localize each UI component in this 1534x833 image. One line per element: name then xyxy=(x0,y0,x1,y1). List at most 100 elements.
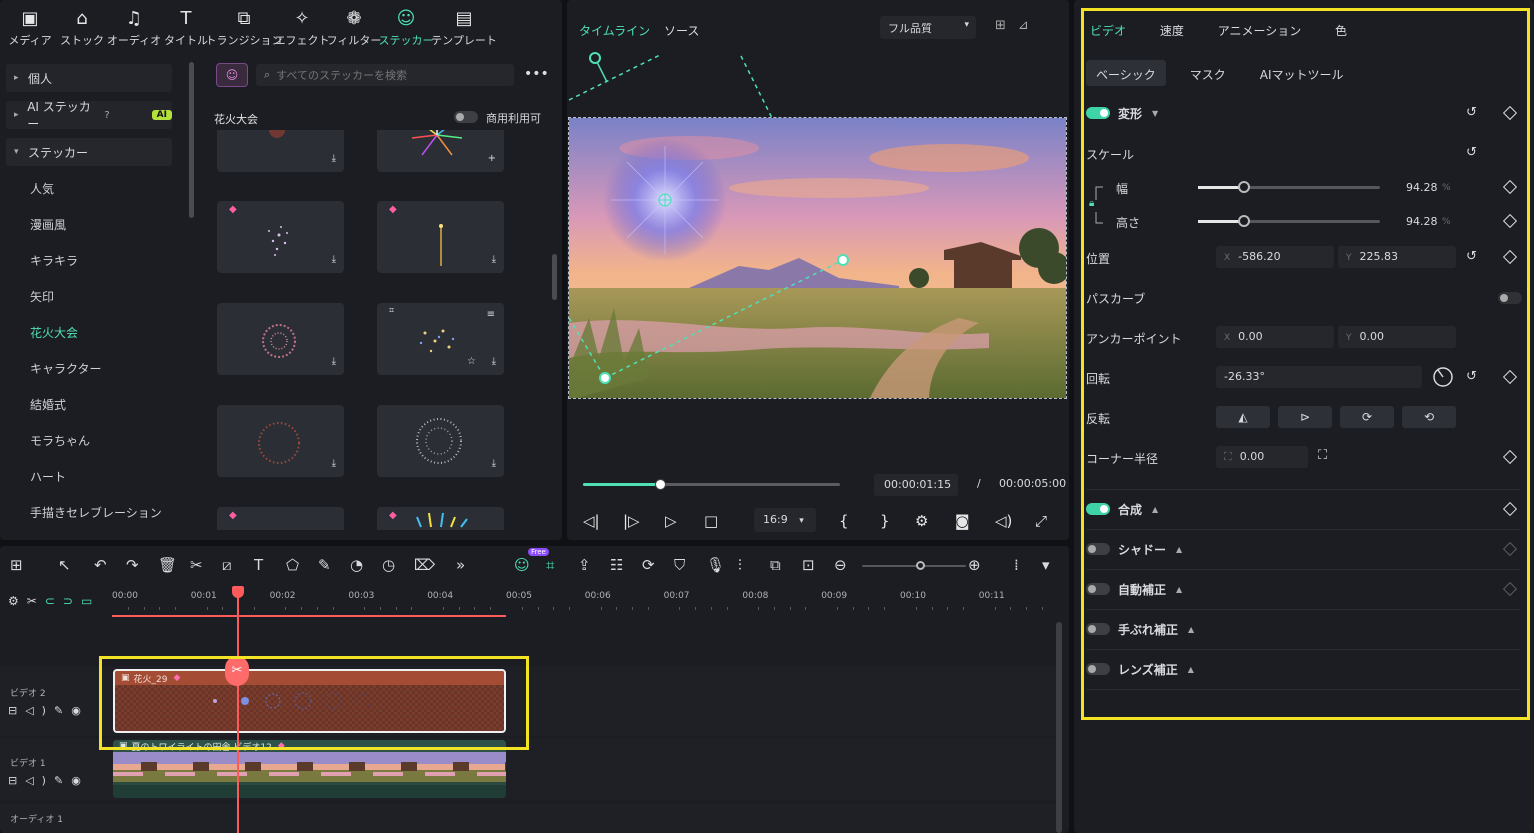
current-timecode[interactable]: 00:00:01:15 xyxy=(874,474,958,496)
lock-icon[interactable]: ⊟ xyxy=(8,704,25,717)
add-icon[interactable]: + xyxy=(488,153,496,164)
sticker-tile[interactable]: ⤓ xyxy=(377,405,504,477)
delete-icon[interactable]: 🗑︎ xyxy=(158,556,177,574)
width-slider[interactable] xyxy=(1198,181,1380,193)
nav-item[interactable]: モラちゃん xyxy=(30,432,90,449)
mixer-icon[interactable]: ⫶ xyxy=(738,556,742,574)
redo-icon[interactable]: ↷ xyxy=(126,556,139,574)
download-icon[interactable]: ⤓ xyxy=(332,153,336,164)
download-icon[interactable]: ⤓ xyxy=(492,458,496,469)
rotate-right-button[interactable]: ⟳ xyxy=(1340,406,1394,428)
section-header[interactable]: 手ぶれ補正 ▲ xyxy=(1086,622,1194,637)
nav-item[interactable]: 手描きセレブレーション xyxy=(30,504,162,521)
path-curve-toggle[interactable] xyxy=(1498,292,1522,304)
tab-title[interactable]: T タイトル xyxy=(160,0,212,56)
sticker-tile[interactable]: ⌗ ≡ ☆ ⤓ xyxy=(377,303,504,375)
tab-media[interactable]: ▣ メディア xyxy=(4,0,56,56)
keyframe-icon[interactable] xyxy=(1502,541,1518,557)
snapshot-icon[interactable]: ◙ xyxy=(955,512,970,530)
reset-icon[interactable]: ↺ xyxy=(1466,145,1477,160)
crop-icon[interactable]: ⧄ xyxy=(222,556,232,574)
download-icon[interactable]: ⤓ xyxy=(332,458,336,469)
scrollbar-thumb[interactable] xyxy=(1056,622,1062,833)
ai-mate-icon[interactable]: ☺ xyxy=(514,556,530,574)
unlink-icon[interactable]: ✂ xyxy=(27,594,45,608)
anchor-x-field[interactable]: X 0.00 xyxy=(1216,326,1334,348)
nav-group[interactable]: ▸ AI ステッカー? AI xyxy=(6,100,172,131)
timeline-zoom-slider[interactable] xyxy=(862,561,966,570)
fullscreen-icon[interactable]: ⤢ xyxy=(1035,512,1047,530)
corner-expand-icon[interactable]: ⛶ xyxy=(1318,448,1327,463)
download-icon[interactable]: ⤓ xyxy=(492,356,496,367)
sticker-library-icon[interactable]: ☺ xyxy=(216,63,248,87)
preview-canvas[interactable] xyxy=(568,117,1067,399)
nav-item[interactable]: 漫画風 xyxy=(30,216,66,233)
flip-vertical-button[interactable]: ⊳ xyxy=(1278,406,1332,428)
section-toggle[interactable] xyxy=(1086,583,1110,595)
nav-group[interactable]: ▾ ステッカー xyxy=(6,138,172,166)
tab-source[interactable]: ソース xyxy=(664,24,699,38)
mic-icon[interactable]: 🎙︎ xyxy=(706,556,725,574)
sticker-clip[interactable]: ▣ 花火_29 ◆ xyxy=(113,669,506,733)
download-icon[interactable]: ⤓ xyxy=(492,254,496,265)
chevron-up-icon[interactable]: ▲ xyxy=(1188,665,1194,674)
portrait-icon[interactable]: ☷ xyxy=(610,556,623,574)
zoom-out-icon[interactable]: ⊖ xyxy=(834,556,847,574)
subtab-mask[interactable]: マスク xyxy=(1180,60,1236,86)
rotate-field[interactable]: -26.33° xyxy=(1216,366,1422,388)
section-header[interactable]: 合成 ▲ xyxy=(1086,502,1158,517)
chevron-up-icon[interactable]: ▲ xyxy=(1188,625,1194,634)
rotate-dial-icon[interactable] xyxy=(1432,366,1454,388)
transform-section-header[interactable]: 変形 ▼ xyxy=(1086,106,1158,121)
speed-icon[interactable]: ◔ xyxy=(350,556,363,574)
chevron-down-icon[interactable]: ▼ xyxy=(1152,109,1158,118)
nav-item[interactable]: 人気 xyxy=(30,180,54,197)
download-icon[interactable]: ⤓ xyxy=(332,254,336,265)
playback-progress-bar[interactable] xyxy=(583,479,840,490)
section-toggle[interactable] xyxy=(1086,623,1110,635)
height-value[interactable]: 94.28 xyxy=(1406,215,1438,228)
nav-group[interactable]: ▸ 個人 xyxy=(6,64,172,92)
subtab-basic[interactable]: ベーシック xyxy=(1086,60,1166,86)
sticker-tile[interactable]: ◆ ⤓ xyxy=(377,201,504,273)
menu-icon[interactable]: ≡ xyxy=(487,309,495,320)
dropdown-icon[interactable]: ▾ xyxy=(1042,556,1050,574)
more-tools-icon[interactable]: » xyxy=(456,556,465,574)
mute-icon[interactable]: ◁) xyxy=(25,704,54,717)
download-icon[interactable]: ⤓ xyxy=(332,356,336,367)
tab-animation[interactable]: アニメーション xyxy=(1218,24,1302,38)
nav-item[interactable]: 花火大会 xyxy=(30,324,78,341)
nav-item[interactable]: キャラクター xyxy=(30,360,102,377)
eye-icon[interactable]: ◉ xyxy=(71,774,89,787)
timeline-vertical-scrollbar[interactable] xyxy=(1056,616,1062,833)
lock-icon[interactable]: ⊟ xyxy=(8,774,25,787)
zoom-slider-handle[interactable] xyxy=(916,561,925,570)
play-icon[interactable]: ▷ xyxy=(665,512,677,530)
playhead-handle[interactable] xyxy=(232,586,244,598)
chevron-up-icon[interactable]: ▲ xyxy=(1152,505,1158,514)
tab-stock[interactable]: ⌂ ストック xyxy=(56,0,108,56)
tab-sticker[interactable]: ☺ ステッカー xyxy=(379,0,434,56)
scope-icon[interactable]: ⊿ xyxy=(1018,18,1041,33)
tab-transition[interactable]: ⧉ トランジション xyxy=(206,0,283,56)
rotate-left-button[interactable]: ⟲ xyxy=(1402,406,1456,428)
nav-item[interactable]: キラキラ xyxy=(30,252,78,269)
tab-template[interactable]: ▤ テンプレート xyxy=(431,0,497,56)
transform-toggle[interactable] xyxy=(1086,107,1110,119)
grid-layout-icon[interactable]: ⊞ xyxy=(10,556,23,574)
volume-icon[interactable]: ◁) xyxy=(995,512,1012,530)
timer-icon[interactable]: ◷ xyxy=(382,556,395,574)
shield-icon[interactable]: ⛉ xyxy=(674,556,685,574)
height-slider[interactable] xyxy=(1198,215,1380,227)
text-icon[interactable]: T xyxy=(254,556,263,574)
video-clip[interactable]: ▣ 夏のトワイライトの田舎 ビデオ12 ◆ xyxy=(113,740,506,798)
keyframe-icon[interactable] xyxy=(1502,105,1518,121)
next-frame-icon[interactable]: |▷ xyxy=(623,512,640,530)
undo-icon[interactable]: ↶ xyxy=(94,556,107,574)
density-icon[interactable]: ⁞ xyxy=(1014,556,1019,574)
tab-video[interactable]: ビデオ xyxy=(1090,24,1126,38)
reset-icon[interactable]: ↺ xyxy=(1466,369,1477,384)
sticker-tile[interactable]: ◆ ⤓ xyxy=(217,201,344,273)
keyframe-icon[interactable] xyxy=(1502,581,1518,597)
select-icon[interactable]: ↖ xyxy=(58,556,71,574)
